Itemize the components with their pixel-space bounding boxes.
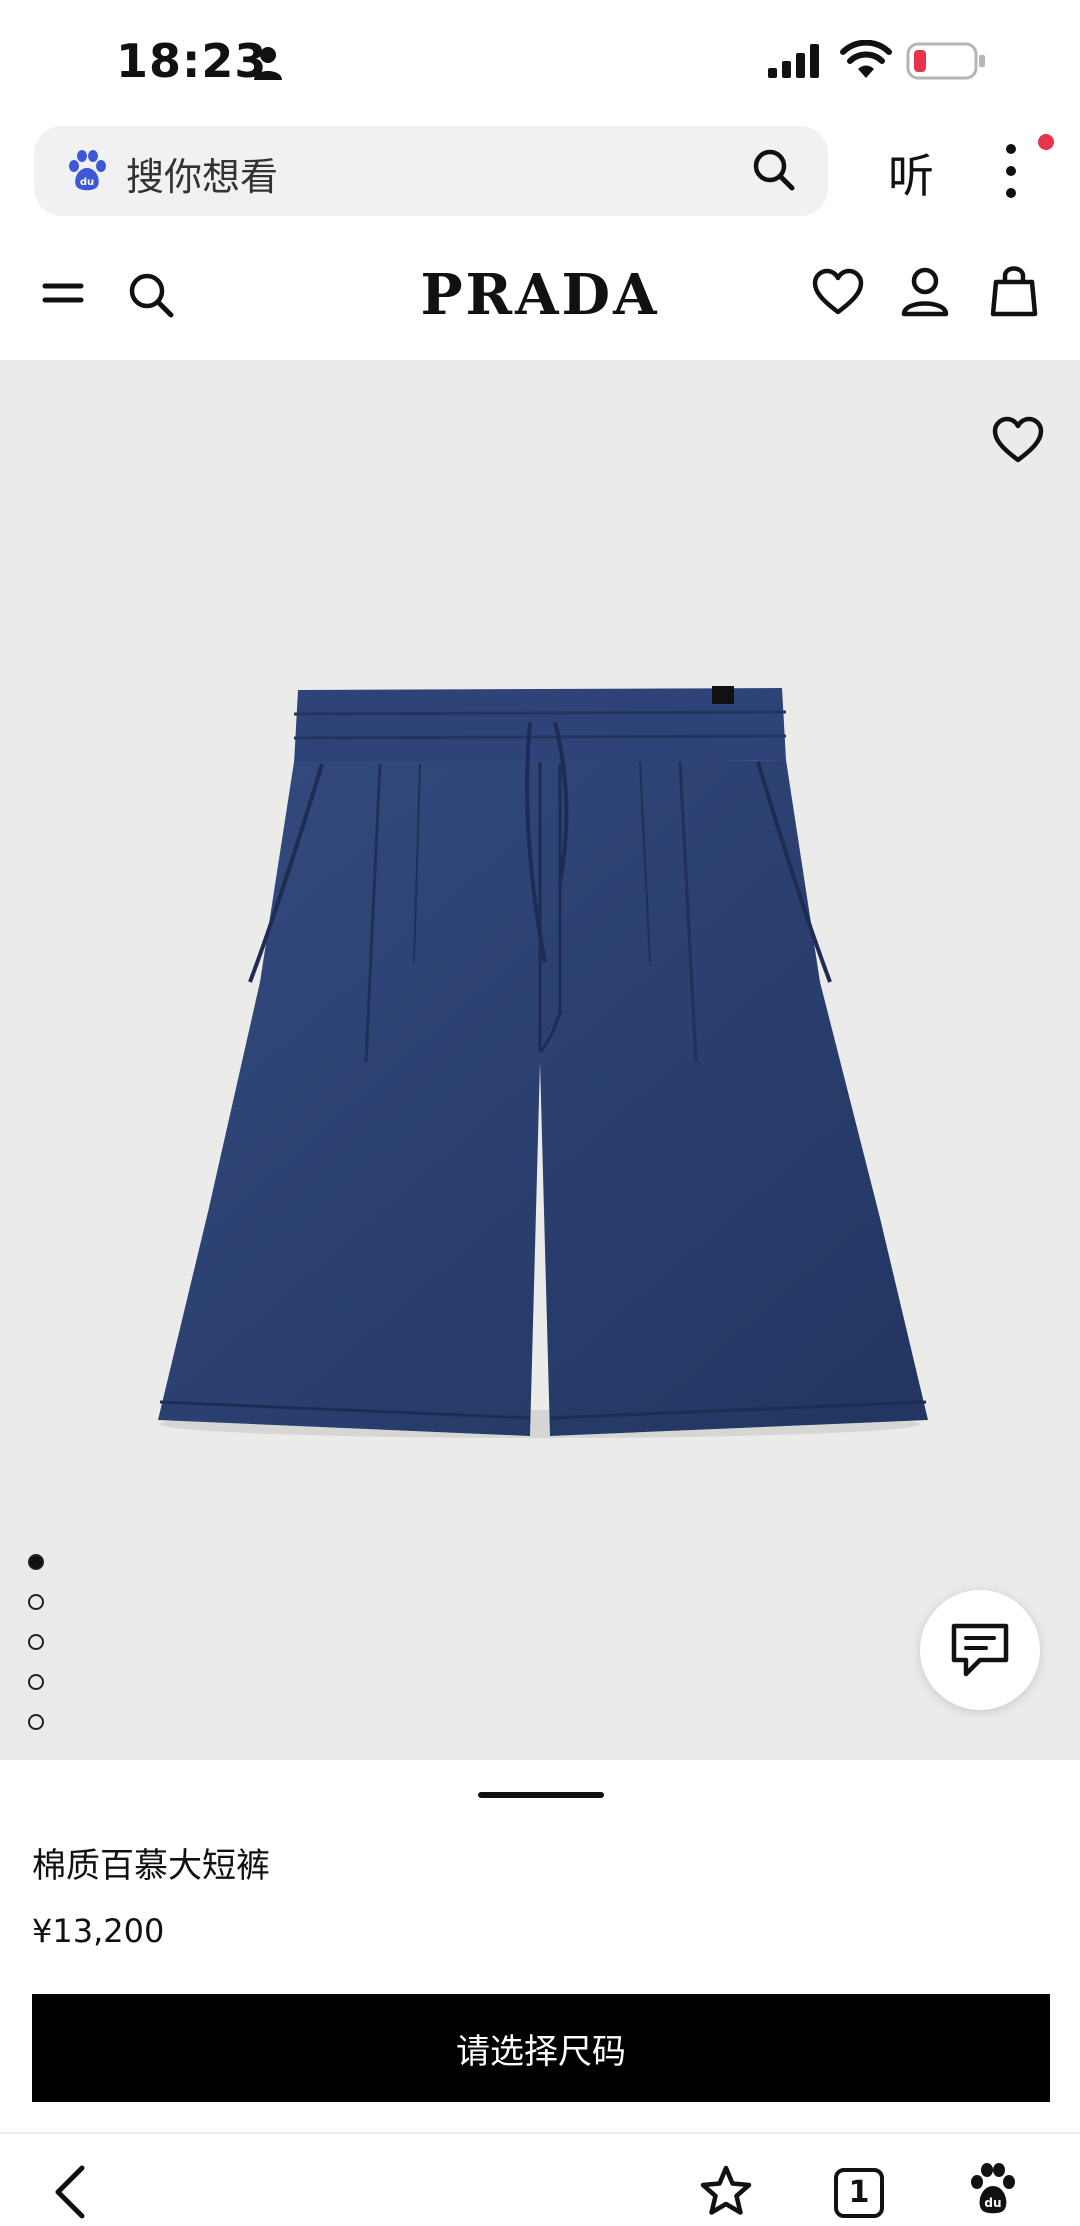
svg-text:du: du	[984, 2196, 1001, 2210]
site-header: PRADA	[0, 232, 1080, 362]
product-image	[158, 686, 928, 1438]
drag-handle[interactable]	[478, 1792, 604, 1798]
back-icon[interactable]	[50, 2164, 90, 2224]
brand-logo[interactable]: PRADA	[380, 262, 700, 328]
carousel-indicators	[28, 1554, 44, 1754]
shopping-bag-icon[interactable]	[990, 264, 1038, 322]
browser-bottom-bar: 1 du	[0, 2132, 1080, 2226]
listen-button[interactable]: 听	[888, 140, 934, 206]
battery-icon	[906, 42, 988, 84]
signal-icon	[768, 44, 824, 82]
status-time: 18:23	[116, 34, 268, 88]
search-icon[interactable]	[126, 270, 176, 324]
chat-button[interactable]	[920, 1590, 1040, 1710]
search-placeholder: 搜你想看	[126, 155, 279, 199]
carousel-dot[interactable]	[28, 1634, 44, 1650]
search-icon[interactable]	[750, 146, 798, 198]
carousel-dot[interactable]	[28, 1594, 44, 1610]
chat-icon	[951, 1623, 1009, 1677]
select-size-button[interactable]: 请选择尺码	[32, 1994, 1050, 2102]
heart-icon[interactable]	[812, 268, 864, 320]
search-bar[interactable]: du 搜你想看	[34, 126, 828, 216]
product-price: ¥13,200	[32, 1912, 165, 1950]
status-bar: 18:23	[0, 0, 1080, 120]
product-image-carousel[interactable]	[0, 362, 1080, 1760]
browser-toolbar: du 搜你想看 听	[0, 120, 1080, 232]
bookmark-star-icon[interactable]	[698, 2164, 754, 2222]
more-menu-icon[interactable]	[996, 142, 1026, 202]
menu-icon[interactable]	[42, 278, 84, 312]
carousel-dot-active[interactable]	[28, 1554, 44, 1570]
account-icon[interactable]	[900, 266, 950, 322]
tab-count-button[interactable]: 1	[834, 2168, 884, 2218]
carousel-dot[interactable]	[28, 1674, 44, 1690]
wifi-icon	[840, 39, 892, 84]
notification-badge	[1038, 134, 1054, 150]
carousel-dot[interactable]	[28, 1714, 44, 1730]
product-info-panel: 棉质百慕大短裤 ¥13,200 请选择尺码	[0, 1760, 1080, 2132]
product-name: 棉质百慕大短裤	[32, 1846, 270, 1886]
baidu-paw-icon: du	[64, 148, 110, 198]
svg-text:du: du	[80, 177, 94, 188]
person-icon	[252, 46, 284, 84]
favorite-icon[interactable]	[992, 416, 1044, 468]
baidu-paw-icon[interactable]: du	[968, 2162, 1018, 2222]
